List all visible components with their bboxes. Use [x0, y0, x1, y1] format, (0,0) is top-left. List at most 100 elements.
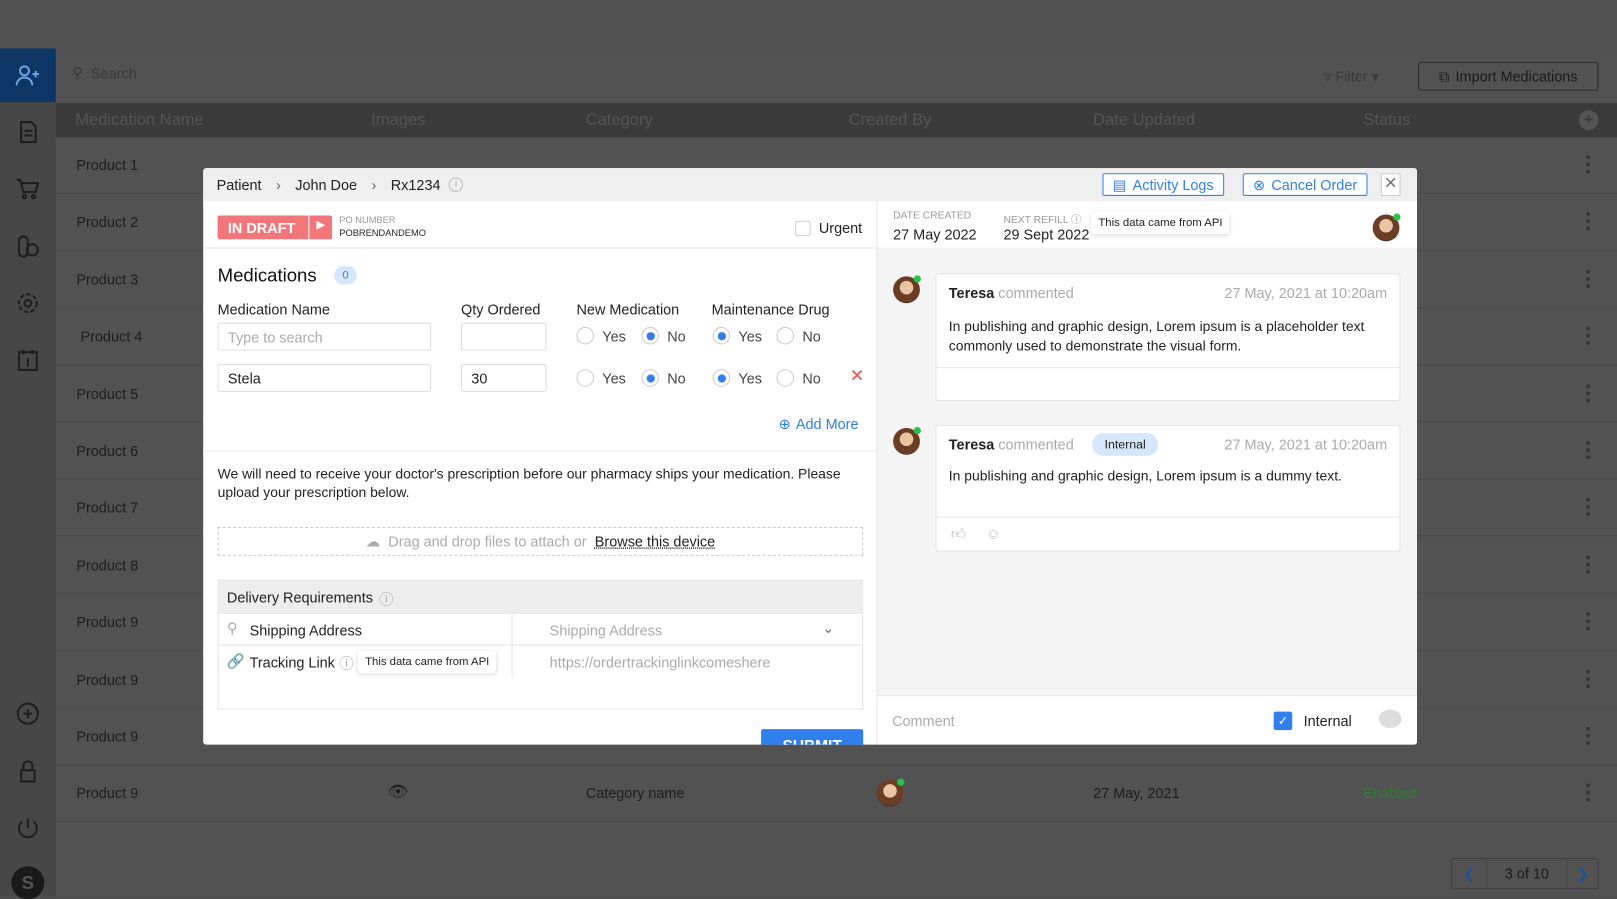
divider — [203, 450, 877, 452]
sidebar-item-logout[interactable] — [0, 801, 56, 855]
file-dropzone[interactable]: ☁ Drag and drop files to attach or Browse… — [217, 526, 864, 556]
sidebar-item-medications[interactable] — [0, 220, 56, 274]
comment-action: commented — [998, 436, 1074, 453]
row-menu-icon[interactable] — [1586, 725, 1591, 746]
info-icon[interactable]: i — [448, 177, 464, 192]
sidebar-item-cart[interactable] — [0, 162, 56, 216]
close-icon[interactable]: ✕ — [1380, 173, 1401, 196]
sidebar-item-add-patient[interactable] — [0, 48, 56, 103]
comment-input[interactable]: Comment — [892, 713, 955, 730]
assignee-avatar[interactable] — [1372, 213, 1401, 242]
date-created-label: DATE CREATED — [893, 210, 972, 222]
filter-button[interactable]: ▿ Filter ▾ — [1324, 68, 1379, 86]
delivery-title: Delivery Requirements — [226, 588, 373, 606]
cancel-order-button[interactable]: ⊗ Cancel Order — [1242, 173, 1368, 196]
comment-card: Teresa commented 27 May, 2021 at 10:20am… — [935, 273, 1401, 402]
add-more-button[interactable]: ⊕ Add More — [779, 416, 859, 434]
activity-logs-button[interactable]: ▤ Activity Logs — [1102, 173, 1224, 196]
thumbs-up-icon[interactable]: 👍︎ — [951, 525, 966, 543]
internal-checkbox[interactable]: ✓ — [1273, 711, 1293, 731]
commenter-avatar — [893, 426, 921, 455]
row-menu-icon[interactable] — [1586, 782, 1591, 803]
info-icon[interactable]: ⓘ — [1071, 215, 1081, 226]
row-menu-icon[interactable] — [1586, 210, 1591, 232]
user-avatar[interactable]: S — [11, 866, 45, 899]
maint-yes-radio[interactable]: Yes — [712, 369, 762, 387]
breadcrumb-patient[interactable]: Patient — [217, 176, 262, 193]
import-medications-button[interactable]: ⧉ Import Medications — [1418, 61, 1599, 91]
header-status[interactable]: Status — [1363, 111, 1410, 130]
search-placeholder: Search — [91, 64, 137, 81]
urgent-checkbox[interactable]: Urgent — [795, 220, 862, 236]
comment-time: 27 May, 2021 at 10:20am — [1224, 436, 1388, 453]
activity-logs-label: Activity Logs — [1132, 176, 1214, 193]
medication-name: Product 8 — [76, 556, 139, 574]
radio-label: No — [802, 327, 821, 344]
radio-label: No — [667, 369, 686, 387]
sidebar-item-billing[interactable] — [0, 333, 56, 387]
qty-input[interactable]: 30 — [460, 364, 547, 392]
row-menu-icon[interactable] — [1586, 267, 1591, 289]
radio-label: Yes — [602, 327, 626, 344]
qty-input[interactable] — [460, 322, 547, 351]
activity-panel: DATE CREATED 27 May 2022 NEXT REFILL ⓘ 2… — [876, 201, 1418, 745]
search-input[interactable]: ⚲ Search — [72, 64, 137, 82]
maint-no-radio[interactable]: No — [776, 326, 821, 345]
divider — [936, 516, 1400, 518]
plus-circle-icon — [16, 702, 39, 725]
header-created-by[interactable]: Created By — [849, 111, 932, 130]
row-menu-icon[interactable] — [1586, 496, 1591, 518]
tracking-link-input[interactable]: https://ordertrackinglinkcomeshere — [511, 645, 864, 678]
status-dropdown[interactable]: IN DRAFT ▶ — [217, 215, 332, 240]
row-menu-icon[interactable] — [1586, 382, 1591, 403]
add-column-icon[interactable]: + — [1578, 110, 1599, 130]
header-date-updated[interactable]: Date Updated — [1093, 111, 1195, 130]
new-med-no-radio[interactable]: No — [641, 369, 686, 387]
breadcrumb-john-doe[interactable]: John Doe — [295, 176, 357, 193]
sidebar-item-documents[interactable] — [0, 105, 56, 159]
tracking-tooltip: This data came from API — [357, 650, 497, 674]
emoji-icon[interactable]: ☺ — [986, 525, 1001, 542]
chevron-down-icon: ⌄ — [822, 619, 835, 637]
row-menu-icon[interactable] — [1586, 325, 1591, 346]
tracking-link-label: Tracking Link — [249, 653, 335, 671]
new-med-no-radio[interactable]: No — [641, 326, 686, 345]
location-pin-icon: ⚲ — [226, 619, 238, 637]
info-icon[interactable]: ⓘ — [339, 653, 353, 674]
remove-row-icon[interactable]: ✕ — [850, 366, 865, 387]
next-page-button[interactable]: ❯ — [1566, 859, 1598, 888]
sidebar-item-lock[interactable] — [0, 745, 56, 799]
pills-icon — [17, 235, 39, 258]
eye-icon[interactable]: 👁︎ — [388, 782, 409, 803]
maint-no-radio[interactable]: No — [776, 369, 821, 387]
radio-label: No — [802, 369, 821, 387]
new-med-yes-radio[interactable]: Yes — [576, 326, 626, 345]
comment-card: Teresa commented Internal 27 May, 2021 a… — [935, 424, 1401, 552]
medication-name-input[interactable]: Stela — [217, 364, 432, 392]
cart-icon — [16, 178, 40, 200]
send-comment-icon[interactable] — [1378, 709, 1402, 729]
medication-name-input[interactable]: Type to search — [217, 322, 432, 351]
prev-page-button[interactable]: ❮ — [1452, 859, 1488, 888]
info-icon[interactable]: ⓘ — [379, 589, 393, 608]
row-menu-icon[interactable] — [1586, 153, 1591, 175]
header-medication-name[interactable]: Medication Name — [75, 111, 203, 130]
medication-name: Product 9 — [76, 728, 139, 745]
submit-button[interactable]: SUBMIT — [761, 729, 864, 745]
shipping-address-select[interactable]: Shipping Address ⌄ — [511, 613, 864, 646]
row-menu-icon[interactable] — [1586, 667, 1591, 689]
medications-count-badge: 0 — [334, 266, 357, 285]
sidebar-item-add[interactable] — [0, 687, 56, 741]
table-row[interactable]: Product 9 👁︎ Category name 27 May, 2021 Enab… — [55, 766, 1617, 823]
sidebar-item-settings[interactable] — [0, 276, 56, 330]
maint-yes-radio[interactable]: Yes — [712, 326, 762, 345]
header-category[interactable]: Category — [586, 111, 653, 130]
header-images[interactable]: Images — [371, 111, 425, 130]
browse-device-link[interactable]: Browse this device — [595, 533, 715, 550]
row-menu-icon[interactable] — [1586, 610, 1591, 632]
medication-name: Product 3 — [76, 271, 139, 288]
comment-time: 27 May, 2021 at 10:20am — [1224, 284, 1388, 302]
row-menu-icon[interactable] — [1586, 439, 1591, 460]
row-menu-icon[interactable] — [1586, 553, 1591, 575]
new-med-yes-radio[interactable]: Yes — [576, 369, 626, 387]
